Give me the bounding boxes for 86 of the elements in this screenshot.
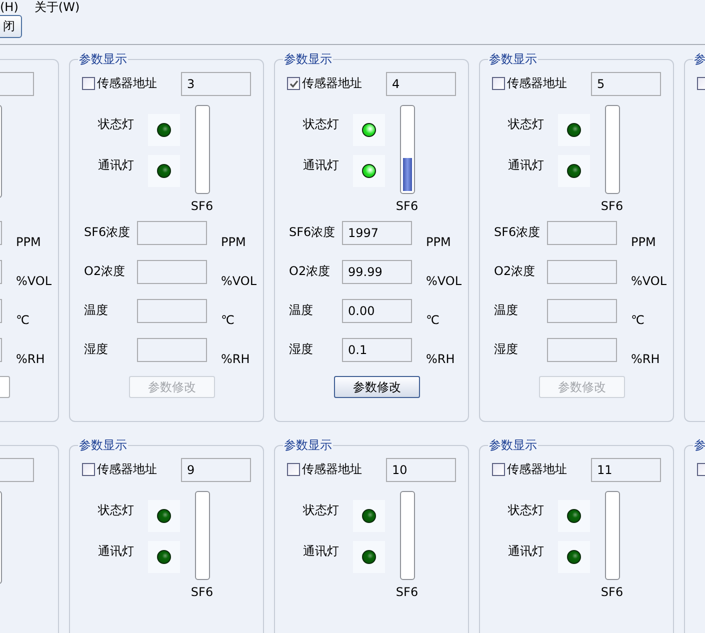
address-field[interactable]: 4 bbox=[386, 72, 456, 96]
checkbox[interactable] bbox=[82, 77, 95, 90]
unit-label: %RH bbox=[220, 351, 251, 366]
reading-label: 温度 bbox=[494, 302, 519, 319]
lamp-label: 通讯灯 bbox=[97, 156, 135, 174]
lamp-label: 通讯灯 bbox=[507, 542, 545, 560]
unit-label: PPM bbox=[220, 234, 247, 249]
checkbox[interactable] bbox=[492, 77, 505, 90]
lamp-label: 通讯灯 bbox=[302, 156, 340, 174]
unit-label: %VOL bbox=[220, 273, 258, 288]
checkbox-label: 传感器地址 bbox=[302, 75, 363, 92]
lamp-label: 状态灯 bbox=[97, 502, 135, 518]
address-field[interactable]: 5 bbox=[591, 72, 661, 96]
reading-label: SF6浓度 bbox=[494, 224, 542, 241]
unit-label: %VOL bbox=[15, 273, 53, 288]
reading-field[interactable]: 1997 bbox=[342, 221, 412, 245]
reading-field[interactable]: 99.99 bbox=[342, 260, 412, 284]
panel-title: 参数显示 bbox=[78, 438, 128, 452]
unit-label: ℃ bbox=[220, 312, 236, 327]
checkbox[interactable] bbox=[287, 77, 300, 90]
reading-field[interactable]: 0.00 bbox=[342, 299, 412, 323]
reading-label: O2浓度 bbox=[289, 263, 332, 280]
lamp-label: 通讯灯 bbox=[507, 156, 545, 174]
unit-label: PPM bbox=[630, 234, 657, 249]
gauge-label: SF6 bbox=[600, 199, 624, 213]
lamp-label: 通讯灯 bbox=[97, 542, 135, 560]
unit-label: ℃ bbox=[425, 312, 440, 327]
reading-label: O2浓度 bbox=[494, 263, 536, 280]
gauge-label: SF6 bbox=[600, 585, 624, 599]
menu-item[interactable]: (H) bbox=[0, 0, 18, 14]
lamp-label: 状态灯 bbox=[302, 502, 340, 518]
reading-field[interactable] bbox=[547, 338, 617, 362]
gauge-label: SF6 bbox=[190, 199, 214, 213]
panel-title: 参数显示 bbox=[488, 438, 538, 452]
unit-label: %VOL bbox=[630, 273, 668, 288]
panel-title: 参数显示 bbox=[283, 52, 333, 66]
unit-label: %RH bbox=[425, 351, 456, 366]
reading-field[interactable]: 0.1 bbox=[342, 338, 412, 362]
unit-label: PPM bbox=[425, 234, 452, 249]
panel-title: 参数显示 bbox=[488, 52, 538, 66]
unit-label: PPM bbox=[15, 234, 42, 249]
lamp-label: 状态灯 bbox=[507, 116, 545, 132]
reading-label: 湿度 bbox=[84, 341, 109, 358]
checkbox-label: 传感器地址 bbox=[302, 461, 363, 478]
panel-title: 参数显示 bbox=[78, 52, 128, 66]
lamp-label: 状态灯 bbox=[507, 502, 545, 518]
menu-item[interactable]: 关于(W) bbox=[34, 0, 80, 14]
reading-field[interactable] bbox=[547, 260, 617, 284]
gauge-label: SF6 bbox=[396, 199, 418, 213]
checkbox[interactable] bbox=[287, 463, 300, 476]
reading-label: 温度 bbox=[289, 302, 314, 319]
edit-button[interactable]: 参数修改 bbox=[334, 376, 420, 398]
reading-field[interactable] bbox=[137, 299, 207, 323]
checkbox[interactable] bbox=[82, 463, 95, 476]
reading-field[interactable] bbox=[137, 260, 207, 284]
reading-label: 湿度 bbox=[289, 341, 314, 358]
checkbox-label: 传感器地址 bbox=[97, 75, 158, 92]
address-field[interactable]: 9 bbox=[181, 458, 251, 482]
reading-label: O2浓度 bbox=[84, 263, 126, 280]
reading-field[interactable] bbox=[137, 221, 207, 245]
unit-label: %RH bbox=[15, 351, 46, 366]
lamp-label: 通讯灯 bbox=[302, 542, 340, 560]
checkbox[interactable] bbox=[492, 463, 505, 476]
address-field[interactable]: 11 bbox=[591, 458, 661, 482]
lamp-label: 状态灯 bbox=[97, 116, 135, 132]
reading-field[interactable] bbox=[547, 299, 617, 323]
gauge-label: SF6 bbox=[190, 585, 214, 599]
reading-field[interactable] bbox=[137, 338, 207, 362]
reading-label: 湿度 bbox=[494, 341, 519, 358]
reading-label: 温度 bbox=[84, 302, 109, 319]
unit-label: %VOL bbox=[425, 273, 463, 288]
checkbox-label: 传感器地址 bbox=[507, 75, 568, 92]
gauge-label: SF6 bbox=[396, 585, 418, 599]
unit-label: ℃ bbox=[15, 312, 30, 327]
panel-title: 参数显示 bbox=[283, 438, 333, 452]
close-button[interactable]: 闭 bbox=[0, 15, 22, 38]
reading-field[interactable] bbox=[547, 221, 617, 245]
unit-label: ℃ bbox=[630, 312, 646, 327]
reading-label: SF6浓度 bbox=[84, 224, 132, 241]
checkbox-label: 传感器地址 bbox=[507, 461, 568, 478]
address-field[interactable]: 3 bbox=[181, 72, 251, 96]
checkbox-label: 传感器地址 bbox=[97, 461, 158, 478]
lamp-label: 状态灯 bbox=[302, 116, 340, 132]
reading-label: SF6浓度 bbox=[289, 224, 336, 241]
unit-label: %RH bbox=[630, 351, 661, 366]
address-field[interactable]: 10 bbox=[386, 458, 456, 482]
